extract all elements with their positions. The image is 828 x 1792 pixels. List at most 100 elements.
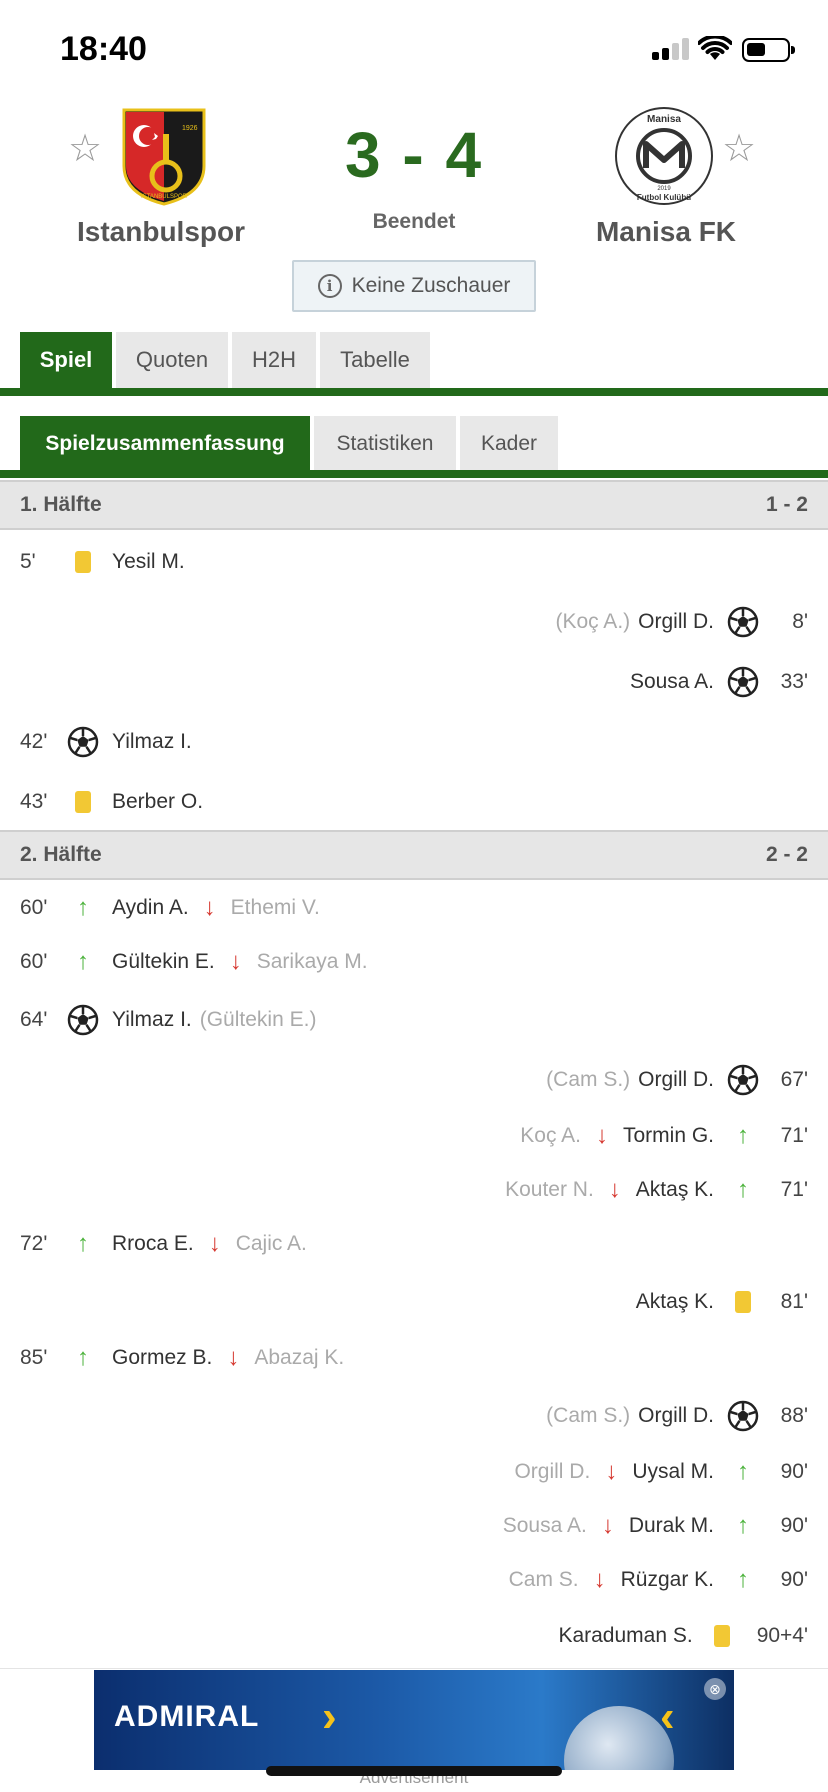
event-player[interactable]: Sousa A. bbox=[630, 670, 714, 694]
arrow-up-icon: ↑ bbox=[77, 1230, 89, 1257]
event-player[interactable]: Yilmaz I. bbox=[112, 730, 192, 754]
event-player[interactable]: Orgill D. bbox=[638, 1404, 714, 1428]
tab-kader[interactable]: Kader bbox=[460, 416, 558, 472]
event-row: Sousa A. ↓ Durak M. ↑ 90' bbox=[0, 1506, 828, 1546]
ad-close-icon[interactable]: ⊗ bbox=[704, 1678, 726, 1700]
tab-quoten[interactable]: Quoten bbox=[116, 332, 228, 388]
event-player[interactable]: Yilmaz I. bbox=[112, 1008, 192, 1032]
status-bar: 18:40 bbox=[0, 0, 828, 90]
arrow-up-icon: ↑ bbox=[737, 1458, 749, 1485]
match-status: Beendet bbox=[372, 210, 456, 233]
event-player[interactable]: Uysal M. bbox=[632, 1460, 714, 1484]
event-row: 43' Berber O. bbox=[0, 782, 828, 822]
soccer-ball-icon bbox=[726, 1399, 760, 1433]
away-team-name[interactable]: Manisa FK bbox=[556, 216, 776, 248]
event-player[interactable]: Orgill D. bbox=[638, 610, 714, 634]
event-extra[interactable]: Koç A. bbox=[520, 1124, 581, 1148]
event-player[interactable]: Aktaş K. bbox=[636, 1178, 714, 1202]
event-extra[interactable]: Cajic A. bbox=[236, 1232, 307, 1256]
arrow-down-icon: ↓ bbox=[608, 1176, 621, 1203]
event-player[interactable]: Aktaş K. bbox=[636, 1290, 714, 1314]
event-player[interactable]: Gormez B. bbox=[112, 1346, 212, 1370]
event-player[interactable]: Rroca E. bbox=[112, 1232, 194, 1256]
event-minute: 5' bbox=[20, 550, 36, 573]
match-header: ☆ 1926 ISTANBULSPOR Istanbulspor 3 - 4 B… bbox=[0, 90, 828, 320]
event-player[interactable]: Berber O. bbox=[112, 790, 203, 814]
event-player[interactable]: Aydin A. bbox=[112, 896, 189, 920]
chevron-left-icon: ‹ bbox=[660, 1692, 675, 1741]
event-player[interactable]: Gültekin E. bbox=[112, 950, 215, 974]
globe-image bbox=[564, 1706, 674, 1770]
event-extra[interactable]: Abazaj K. bbox=[254, 1346, 344, 1370]
tab-tabelle[interactable]: Tabelle bbox=[320, 332, 430, 388]
favorite-star-icon-home[interactable]: ☆ bbox=[68, 126, 102, 171]
event-extra[interactable]: Sousa A. bbox=[503, 1514, 587, 1538]
tab-h2h[interactable]: H2H bbox=[232, 332, 316, 388]
event-extra[interactable]: (Cam S.) bbox=[546, 1068, 630, 1092]
event-extra[interactable]: (Koç A.) bbox=[555, 610, 630, 634]
spectator-info-box: i Keine Zuschauer bbox=[292, 260, 536, 312]
event-extra[interactable]: Kouter N. bbox=[505, 1178, 594, 1202]
subtab-underline bbox=[0, 470, 828, 478]
manisa-crest-icon[interactable]: Manisa 2019 Futbol Kulübü bbox=[614, 106, 714, 206]
arrow-down-icon: ↓ bbox=[593, 1566, 606, 1593]
event-row: 64' Yilmaz I. (Gültekin E.) bbox=[0, 1000, 828, 1040]
tab-spielzusammenfassung[interactable]: Spielzusammenfassung bbox=[20, 416, 310, 472]
home-team-name[interactable]: Istanbulspor bbox=[51, 216, 271, 248]
arrow-up-icon: ↑ bbox=[77, 1344, 89, 1371]
arrow-up-icon: ↑ bbox=[737, 1512, 749, 1539]
event-extra[interactable]: (Cam S.) bbox=[546, 1404, 630, 1428]
event-minute: 90+4' bbox=[756, 1624, 808, 1647]
spectator-info-text: Keine Zuschauer bbox=[351, 274, 511, 297]
event-minute: 60' bbox=[20, 896, 48, 919]
event-row: 42' Yilmaz I. bbox=[0, 722, 828, 762]
event-player[interactable]: Karaduman S. bbox=[558, 1624, 692, 1648]
event-minute: 88' bbox=[780, 1404, 808, 1427]
soccer-ball-icon bbox=[726, 1063, 760, 1097]
event-minute: 8' bbox=[792, 610, 808, 633]
event-row: Orgill D. ↓ Uysal M. ↑ 90' bbox=[0, 1452, 828, 1492]
favorite-star-icon-away[interactable]: ☆ bbox=[722, 126, 756, 171]
tab-spiel[interactable]: Spiel bbox=[20, 332, 112, 388]
event-minute: 67' bbox=[780, 1068, 808, 1091]
event-row: (Koç A.) Orgill D. 8' bbox=[0, 602, 828, 642]
event-minute: 64' bbox=[20, 1008, 48, 1031]
soccer-ball-icon bbox=[66, 1003, 100, 1037]
arrow-down-icon: ↓ bbox=[229, 948, 242, 975]
event-row: 85' ↑ Gormez B. ↓ Abazaj K. bbox=[0, 1338, 828, 1378]
event-player[interactable]: Orgill D. bbox=[638, 1068, 714, 1092]
half-title: 1. Hälfte bbox=[20, 493, 102, 516]
home-indicator[interactable] bbox=[266, 1766, 562, 1776]
istanbulspor-crest-icon[interactable]: 1926 ISTANBULSPOR bbox=[114, 106, 214, 206]
half-title: 2. Hälfte bbox=[20, 843, 102, 866]
event-player[interactable]: Durak M. bbox=[629, 1514, 714, 1538]
yellow-card-icon bbox=[726, 1285, 760, 1319]
tab-statistiken[interactable]: Statistiken bbox=[314, 416, 456, 472]
event-row: Aktaş K. 81' bbox=[0, 1282, 828, 1322]
event-row: Koç A. ↓ Tormin G. ↑ 71' bbox=[0, 1116, 828, 1156]
ad-banner[interactable]: ADMIRAL › ‹ ⊗ bbox=[94, 1670, 734, 1770]
event-row: 60' ↑ Gültekin E. ↓ Sarikaya M. bbox=[0, 942, 828, 982]
event-extra[interactable]: Ethemi V. bbox=[231, 896, 320, 920]
event-minute: 72' bbox=[20, 1232, 48, 1255]
event-extra[interactable]: Sarikaya M. bbox=[257, 950, 368, 974]
arrow-up-icon: ↑ bbox=[737, 1566, 749, 1593]
signal-icon bbox=[652, 38, 690, 60]
event-extra[interactable]: Cam S. bbox=[509, 1568, 579, 1592]
event-minute: 90' bbox=[780, 1514, 808, 1537]
ad-brand: ADMIRAL bbox=[114, 1700, 260, 1733]
event-player[interactable]: Tormin G. bbox=[623, 1124, 714, 1148]
soccer-ball-icon bbox=[726, 605, 760, 639]
half-header-first: 1. Hälfte 1 - 2 bbox=[0, 480, 828, 530]
crest-text-home: ISTANBULSPOR bbox=[141, 194, 188, 200]
event-extra[interactable]: (Gültekin E.) bbox=[200, 1008, 317, 1032]
event-player[interactable]: Yesil M. bbox=[112, 550, 185, 574]
half-score: 2 - 2 bbox=[765, 843, 808, 866]
event-extra[interactable]: Orgill D. bbox=[514, 1460, 590, 1484]
soccer-ball-icon bbox=[66, 725, 100, 759]
event-player[interactable]: Rüzgar K. bbox=[621, 1568, 714, 1592]
yellow-card-icon bbox=[705, 1619, 739, 1653]
ad-separator bbox=[0, 1668, 828, 1669]
yellow-card-icon bbox=[66, 545, 100, 579]
half-score: 1 - 2 bbox=[765, 493, 808, 516]
